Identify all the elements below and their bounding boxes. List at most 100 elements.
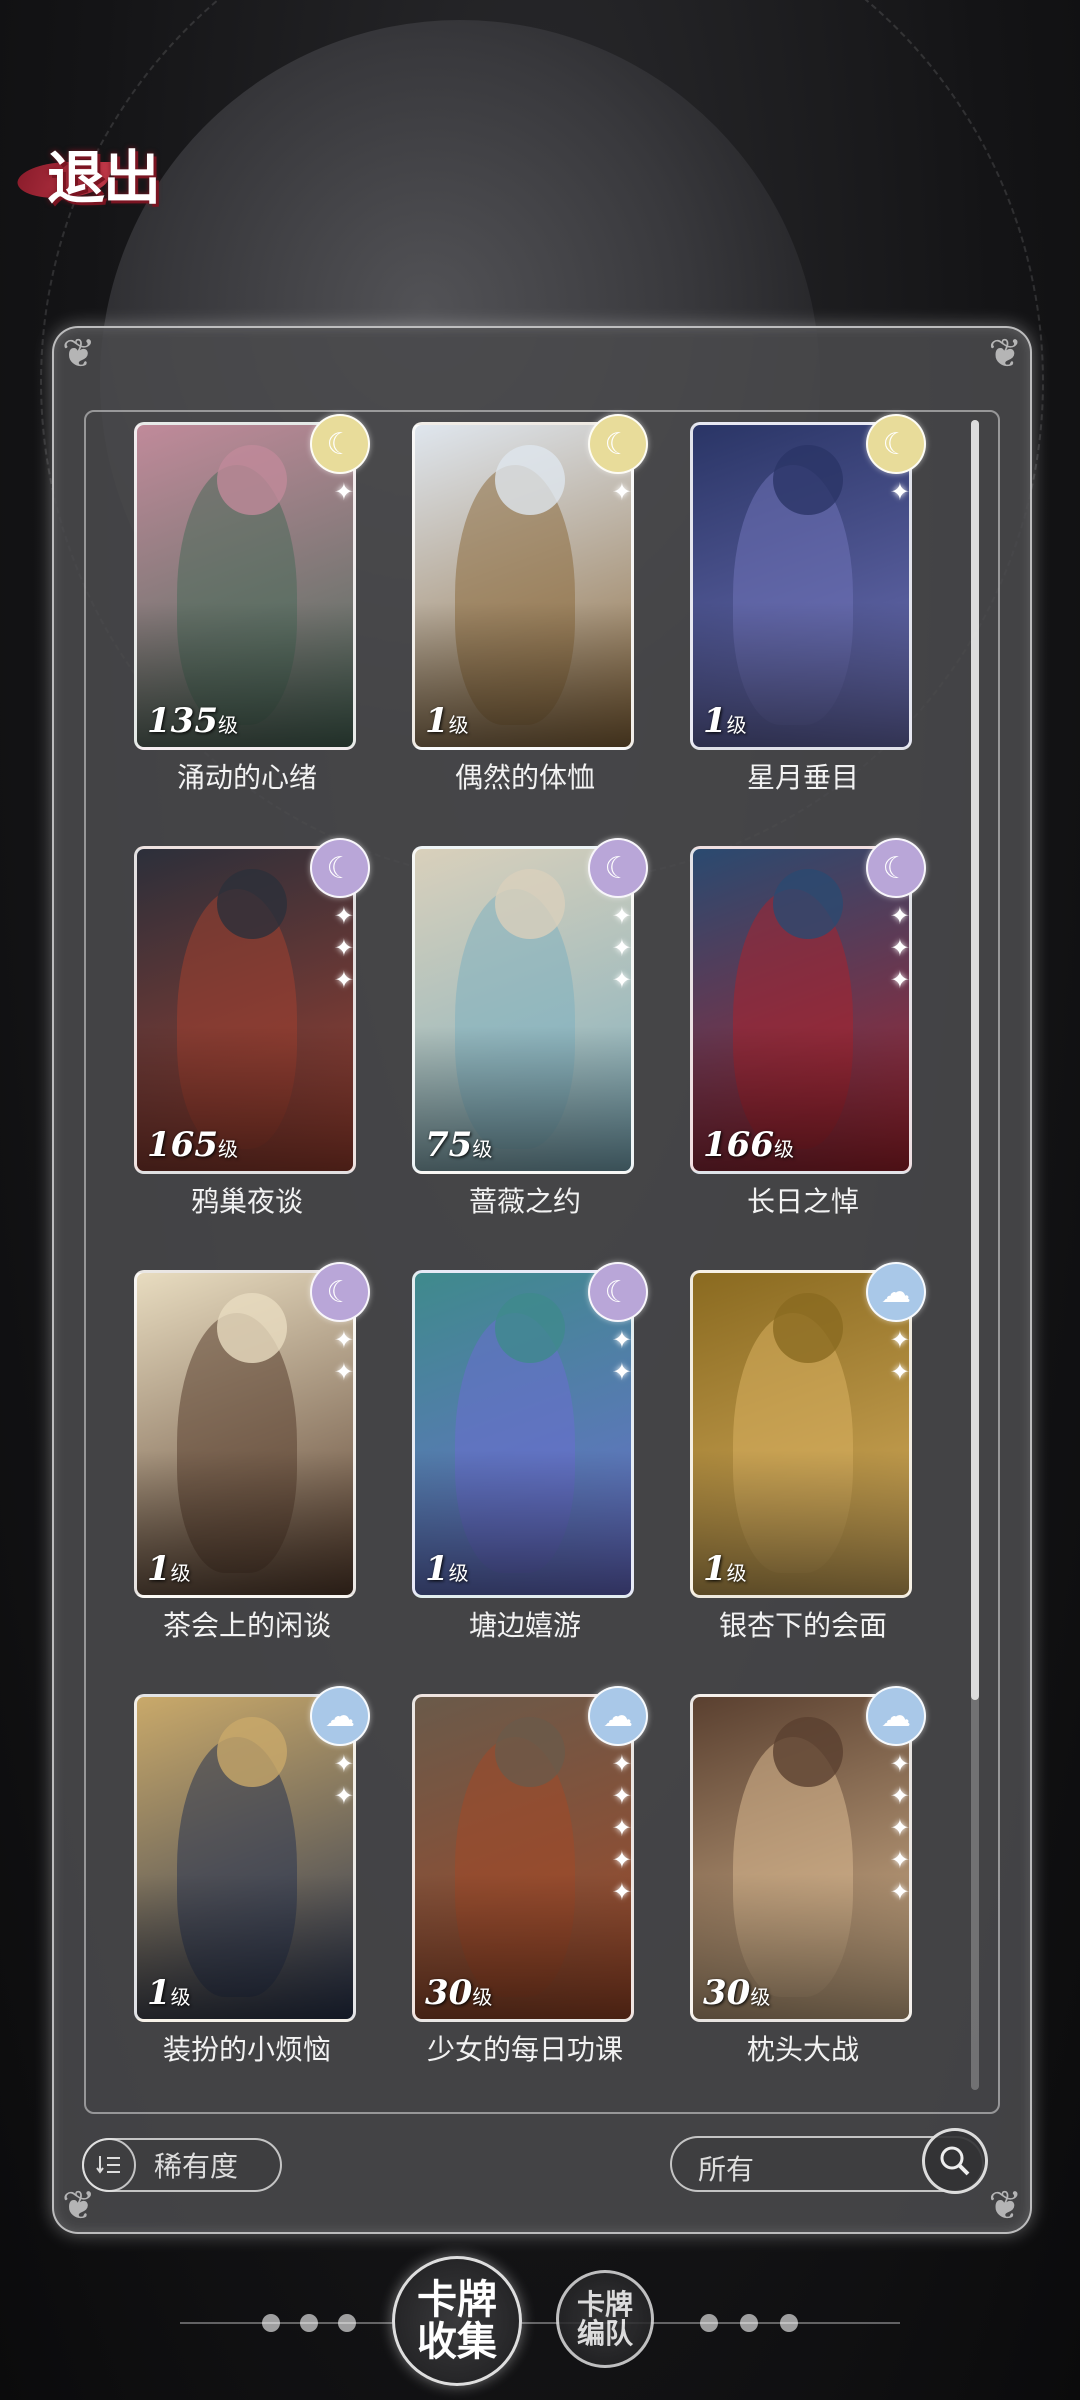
- card-art: 165级: [134, 846, 356, 1174]
- moon-icon: ☾: [310, 414, 370, 474]
- card-name: 银杏下的会面: [718, 1609, 887, 1642]
- sort-button[interactable]: 稀有度: [82, 2138, 282, 2192]
- card-grid: 135级 ☾ ✦ 涌动的心绪 1级 ☾ ✦ 偶然的体恤 1级 ☾ ✦ 星月垂目 165级 ☾ ✦ ✦ ✦ 鸦巢夜谈…: [132, 414, 932, 2118]
- corner-ornament-icon: ❦: [988, 2183, 1022, 2229]
- card-shade: [137, 425, 353, 747]
- card-level: 1级: [703, 701, 747, 741]
- card-item[interactable]: 30级 ☁ ✦ ✦ ✦ ✦ ✦ 少女的每日功课: [410, 1686, 648, 2124]
- scrollbar[interactable]: [971, 420, 979, 2090]
- card-item[interactable]: 1级 ☁ ✦ ✦ 装扮的小烦恼: [132, 1686, 370, 2124]
- card-shade: [693, 425, 909, 747]
- card-level: 1级: [425, 701, 469, 741]
- card-level-unit: 级: [726, 1561, 747, 1585]
- card-stars: ✦: [612, 478, 632, 506]
- moon-icon: ☾: [310, 838, 370, 898]
- card-level-unit: 级: [217, 1137, 238, 1161]
- star-icon: ✦: [611, 1878, 632, 1906]
- star-icon: ✦: [611, 1846, 632, 1874]
- card-item[interactable]: 165级 ☾ ✦ ✦ ✦ 鸦巢夜谈: [132, 838, 370, 1276]
- moon-icon: ☾: [866, 414, 926, 474]
- card-stars: ✦ ✦ ✦: [612, 902, 632, 994]
- star-icon: ✦: [611, 1358, 632, 1386]
- card-item[interactable]: 1级 ☾ ✦ ✦ 茶会上的闲谈: [132, 1262, 370, 1700]
- card-level-number: 1: [147, 1973, 171, 2013]
- card-name: 长日之悼: [746, 1185, 859, 1218]
- moon-icon: ☾: [588, 1262, 648, 1322]
- corner-ornament-icon: ❦: [988, 331, 1022, 377]
- card-level-number: 75: [425, 1125, 473, 1165]
- star-icon: ✦: [889, 1814, 910, 1842]
- star-icon: ✦: [889, 934, 910, 962]
- card-item[interactable]: 75级 ☾ ✦ ✦ ✦ 蔷薇之约: [410, 838, 648, 1276]
- tab-card-team[interactable]: 卡牌 编队: [556, 2270, 654, 2368]
- card-stars: ✦ ✦: [890, 1326, 910, 1386]
- search-icon: [940, 2146, 970, 2176]
- card-shade: [137, 1273, 353, 1595]
- nav-dot: [780, 2314, 798, 2332]
- card-art: 1级: [412, 422, 634, 750]
- corner-ornament-icon: ❦: [62, 331, 96, 377]
- card-name: 涌动的心绪: [176, 761, 317, 794]
- card-level-unit: 级: [448, 713, 469, 737]
- card-art: 1级: [134, 1270, 356, 1598]
- card-stars: ✦ ✦: [612, 1326, 632, 1386]
- card-level-unit: 级: [750, 1985, 771, 2009]
- cloud-icon: ☁: [866, 1262, 926, 1322]
- exit-button[interactable]: 退出: [11, 128, 188, 218]
- star-icon: ✦: [611, 1750, 632, 1778]
- tab-card-collection[interactable]: 卡牌 收集: [392, 2256, 522, 2386]
- card-level: 166级: [703, 1125, 794, 1165]
- moon-icon: ☾: [588, 838, 648, 898]
- card-level-number: 30: [703, 1973, 751, 2013]
- card-shade: [415, 1273, 631, 1595]
- star-icon: ✦: [333, 1782, 354, 1810]
- filter-label: 所有: [698, 2153, 755, 2186]
- card-item[interactable]: 30级 ☁ ✦ ✦ ✦ ✦ ✦ 枕头大战: [688, 1686, 926, 2124]
- card-level-unit: 级: [170, 1561, 191, 1585]
- card-shade: [415, 849, 631, 1171]
- card-stars: ✦: [334, 478, 354, 506]
- card-level-unit: 级: [726, 713, 747, 737]
- card-level: 30级: [425, 1973, 492, 2013]
- moon-icon: ☾: [310, 1262, 370, 1322]
- card-item[interactable]: 1级 ☾ ✦ 星月垂目: [688, 414, 926, 852]
- moon-icon: ☾: [588, 414, 648, 474]
- star-icon: ✦: [889, 1782, 910, 1810]
- card-level-number: 166: [703, 1125, 774, 1165]
- sort-label: 稀有度: [154, 2150, 239, 2183]
- card-item[interactable]: 1级 ☾ ✦ ✦ 塘边嬉游: [410, 1262, 648, 1700]
- card-item[interactable]: 135级 ☾ ✦ 涌动的心绪: [132, 414, 370, 852]
- sort-icon: [82, 2138, 136, 2192]
- card-stars: ✦ ✦ ✦ ✦ ✦: [612, 1750, 632, 1906]
- card-level-number: 135: [147, 701, 218, 741]
- nav-dot: [700, 2314, 718, 2332]
- card-level: 30级: [703, 1973, 770, 2013]
- card-shade: [693, 849, 909, 1171]
- card-item[interactable]: 166级 ☾ ✦ ✦ ✦ 长日之悼: [688, 838, 926, 1276]
- card-item[interactable]: 1级 ☁ ✦ ✦ 银杏下的会面: [688, 1262, 926, 1700]
- star-icon: ✦: [333, 1326, 354, 1354]
- card-level-number: 1: [703, 1549, 727, 1589]
- card-name: 鸦巢夜谈: [190, 1185, 303, 1218]
- card-stars: ✦ ✦ ✦: [890, 902, 910, 994]
- star-icon: ✦: [333, 902, 354, 930]
- card-shade: [137, 849, 353, 1171]
- card-item[interactable]: 1级 ☾ ✦ 偶然的体恤: [410, 414, 648, 852]
- card-level-unit: 级: [773, 1137, 794, 1161]
- star-icon: ✦: [889, 478, 910, 506]
- search-button[interactable]: [922, 2128, 988, 2194]
- star-icon: ✦: [333, 966, 354, 994]
- card-shade: [693, 1697, 909, 2019]
- card-name: 星月垂目: [746, 761, 859, 794]
- card-level: 1级: [147, 1549, 191, 1589]
- card-stars: ✦ ✦ ✦: [334, 902, 354, 994]
- card-art: 1级: [690, 422, 912, 750]
- star-icon: ✦: [889, 1846, 910, 1874]
- card-level-number: 165: [147, 1125, 218, 1165]
- star-icon: ✦: [333, 478, 354, 506]
- card-name: 少女的每日功课: [426, 2033, 623, 2066]
- card-level-unit: 级: [217, 713, 238, 737]
- star-icon: ✦: [889, 902, 910, 930]
- card-shade: [415, 1697, 631, 2019]
- scrollbar-thumb[interactable]: [971, 420, 979, 1700]
